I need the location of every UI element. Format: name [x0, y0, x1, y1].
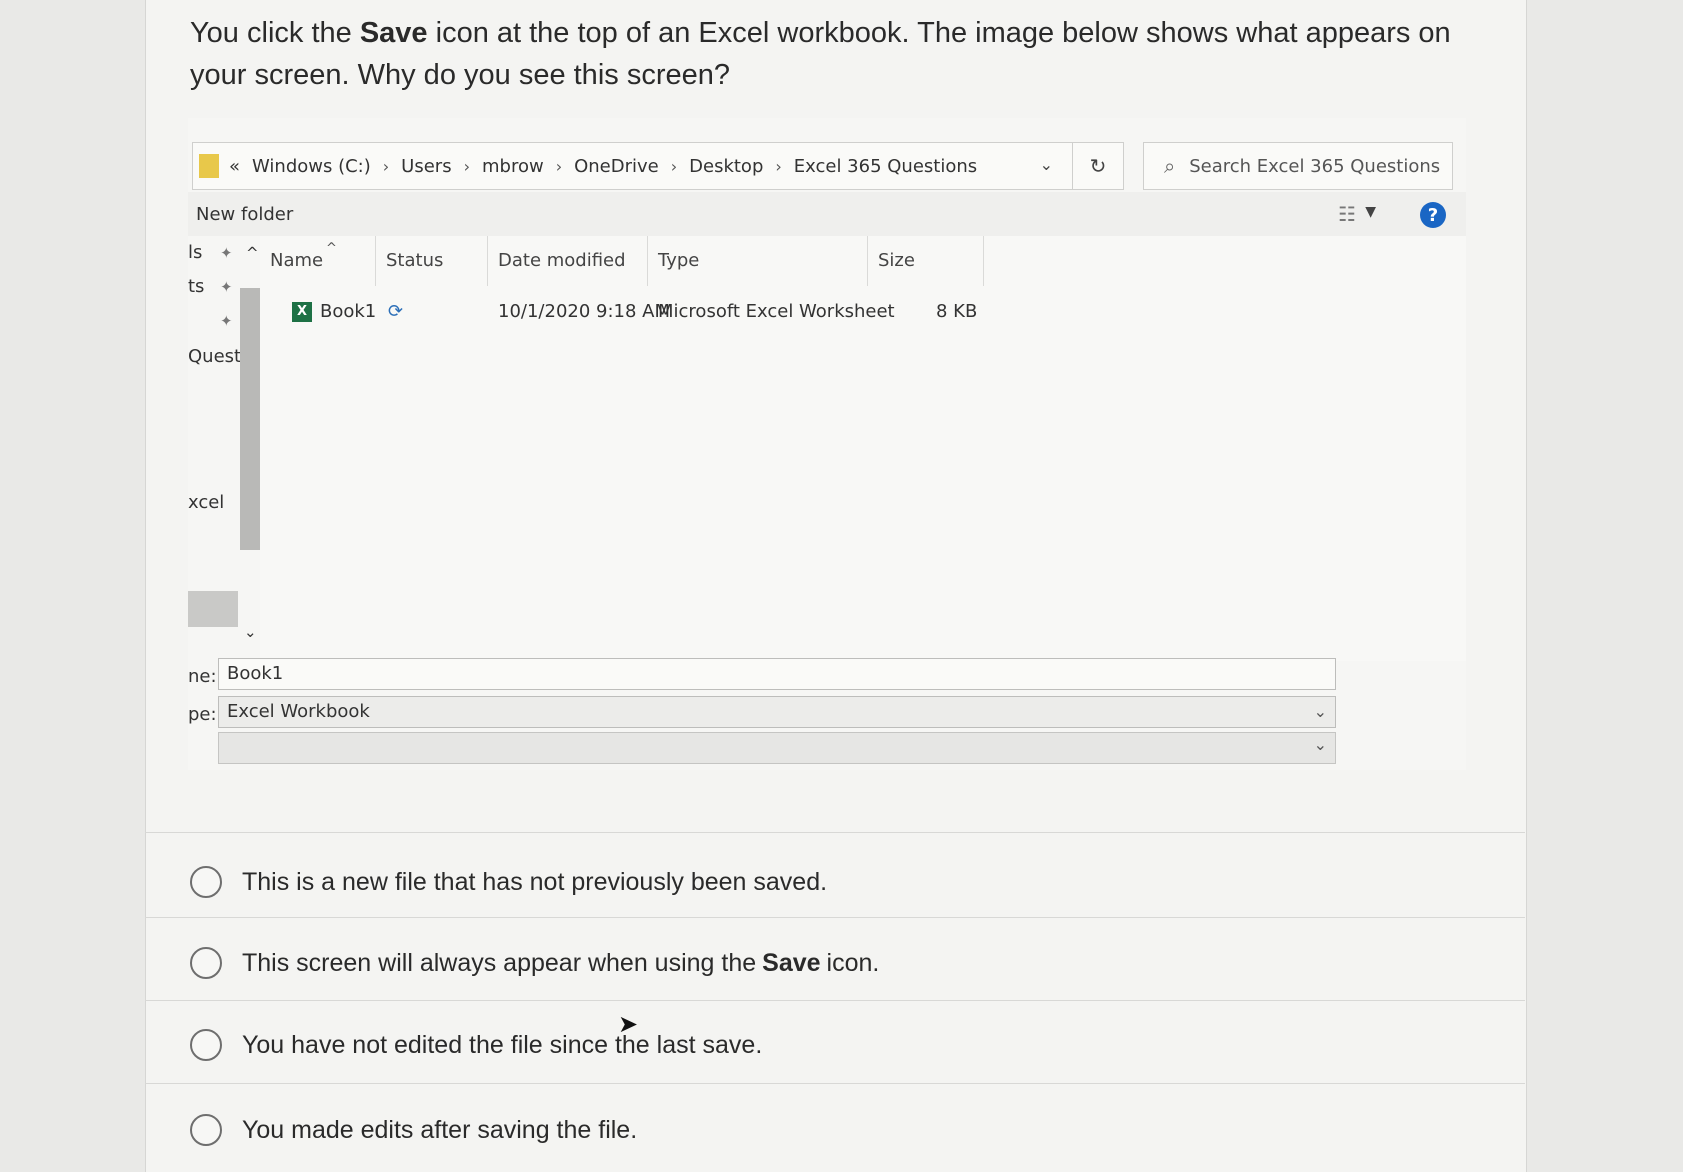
chevron-down-icon[interactable]: ⌄ — [1040, 155, 1053, 174]
column-header-type[interactable]: Type — [648, 236, 868, 286]
nav-item[interactable]: Questi — [188, 346, 246, 367]
answer-option-4[interactable]: You made edits after saving the file. — [190, 1105, 1390, 1155]
breadcrumb-sep: › — [555, 156, 563, 176]
question-part1: You click the — [190, 17, 352, 49]
search-icon: ⌕ — [1164, 154, 1176, 178]
column-header-date-modified[interactable]: Date modified — [488, 236, 648, 286]
divider — [145, 1083, 1525, 1084]
answer-option-3[interactable]: You have not edited the file since the l… — [190, 1020, 1390, 1070]
breadcrumb-overflow[interactable]: « — [229, 156, 240, 177]
breadcrumb-sep: › — [775, 156, 782, 176]
pin-icon[interactable]: ✦ — [220, 244, 233, 262]
breadcrumb-desktop[interactable]: Desktop — [689, 156, 763, 177]
pin-icon[interactable]: ✦ — [220, 312, 233, 330]
save-as-type-row: pe: Excel Workbook ⌄ — [188, 696, 1466, 732]
column-header-size[interactable]: Size — [868, 236, 984, 286]
view-dropdown-icon[interactable]: ▼ — [1365, 204, 1376, 220]
sync-icon: ⟳ — [388, 301, 404, 322]
excel-file-icon: X — [292, 302, 312, 322]
search-placeholder: Search Excel 365 Questions — [1189, 155, 1441, 177]
nav-scroll-down-icon[interactable]: ⌄ — [244, 623, 257, 641]
divider — [145, 917, 1525, 918]
breadcrumb-sep: › — [463, 156, 470, 176]
file-name: Book1 — [320, 301, 377, 322]
file-size: 8 KB — [936, 301, 978, 322]
save-as-type-select[interactable]: Excel Workbook ⌄ — [218, 696, 1336, 728]
pin-icon[interactable]: ✦ — [220, 278, 233, 296]
file-name-row: ne: Book1 — [188, 658, 1466, 694]
option-text: You made edits after saving the file. — [242, 1115, 638, 1144]
option-text: This screen will always appear when usin… — [242, 948, 757, 977]
file-list: ^ Name Status Date modified Type Size XB… — [260, 236, 1466, 661]
sort-ascending-icon: ^ — [326, 241, 337, 256]
breadcrumb-sep: › — [382, 156, 390, 176]
file-name-cell: X Book1 — [292, 294, 376, 330]
chevron-down-icon: ⌄ — [1313, 702, 1327, 721]
nav-scrollbar[interactable] — [240, 288, 260, 550]
view-options-icon[interactable]: ☷ — [1338, 202, 1356, 226]
column-size-label: Size — [878, 250, 915, 271]
nav-item[interactable]: ts — [188, 276, 204, 297]
column-header-name[interactable]: ^ Name — [260, 236, 376, 286]
column-name-label: Name — [270, 250, 324, 271]
refresh-button[interactable]: ↻ — [1072, 142, 1124, 190]
radio-button[interactable] — [190, 866, 222, 898]
file-name-input[interactable]: Book1 — [218, 658, 1336, 690]
save-as-type-label: pe: — [188, 704, 217, 725]
dialog-toolbar: New folder ☷ ▼ ? — [188, 192, 1466, 236]
nav-item[interactable]: ls — [188, 242, 202, 263]
breadcrumb-users[interactable]: Users — [401, 156, 451, 177]
radio-button[interactable] — [190, 1029, 222, 1061]
file-type: Microsoft Excel Worksheet — [658, 301, 895, 322]
column-status-label: Status — [386, 250, 444, 271]
file-name-label: ne: — [188, 666, 217, 687]
breadcrumb-excel-365-questions[interactable]: Excel 365 Questions — [794, 156, 977, 177]
refresh-icon: ↻ — [1089, 154, 1107, 178]
nav-scroll-thumb[interactable] — [188, 591, 238, 627]
breadcrumb-onedrive[interactable]: OneDrive — [574, 156, 659, 177]
question-text: You click the Save icon at the top of an… — [190, 12, 1480, 96]
option-bold-save: Save — [762, 948, 821, 977]
radio-button[interactable] — [190, 947, 222, 979]
search-input[interactable]: ⌕ Search Excel 365 Questions — [1143, 142, 1453, 190]
option-text: You have not edited the file since the l… — [242, 1030, 763, 1059]
nav-item[interactable]: xcel — [188, 492, 224, 513]
answer-option-2[interactable]: This screen will always appear when usin… — [190, 938, 1390, 988]
chevron-down-icon: ⌄ — [1313, 737, 1327, 754]
address-bar[interactable]: « Windows (C:) › Users › mbrow › OneDriv… — [192, 142, 1074, 190]
save-as-type-value: Excel Workbook — [227, 701, 370, 722]
file-row-book1[interactable]: X Book1 ⟳ 10/1/2020 9:18 AM Microsoft Exc… — [260, 294, 1466, 330]
breadcrumb-sep: › — [670, 156, 678, 176]
radio-button[interactable] — [190, 1114, 222, 1146]
divider — [145, 1000, 1525, 1001]
mouse-cursor-icon: ➤ — [618, 1011, 639, 1038]
save-as-dialog-screenshot: « Windows (C:) › Users › mbrow › OneDriv… — [188, 118, 1466, 770]
breadcrumb-mbrow[interactable]: mbrow — [482, 156, 544, 177]
secondary-dropdown[interactable]: ⌄ — [218, 732, 1336, 764]
file-name-value: Book1 — [227, 663, 284, 684]
file-date-modified: 10/1/2020 9:18 AM — [498, 301, 671, 322]
chevron-up-icon[interactable]: ^ — [246, 244, 259, 262]
column-date-label: Date modified — [498, 250, 626, 271]
column-header-status[interactable]: Status — [376, 236, 488, 286]
column-type-label: Type — [658, 250, 700, 271]
divider — [145, 832, 1525, 833]
option-text: icon. — [826, 948, 880, 977]
new-folder-button[interactable]: New folder — [196, 204, 293, 225]
answer-option-1[interactable]: This is a new file that has not previous… — [190, 857, 1390, 907]
option-text: This is a new file that has not previous… — [242, 867, 828, 896]
breadcrumb-windows-c[interactable]: Windows (C:) — [252, 156, 371, 177]
help-icon[interactable]: ? — [1420, 202, 1446, 228]
question-bold-save: Save — [359, 17, 428, 49]
folder-icon — [199, 154, 219, 178]
